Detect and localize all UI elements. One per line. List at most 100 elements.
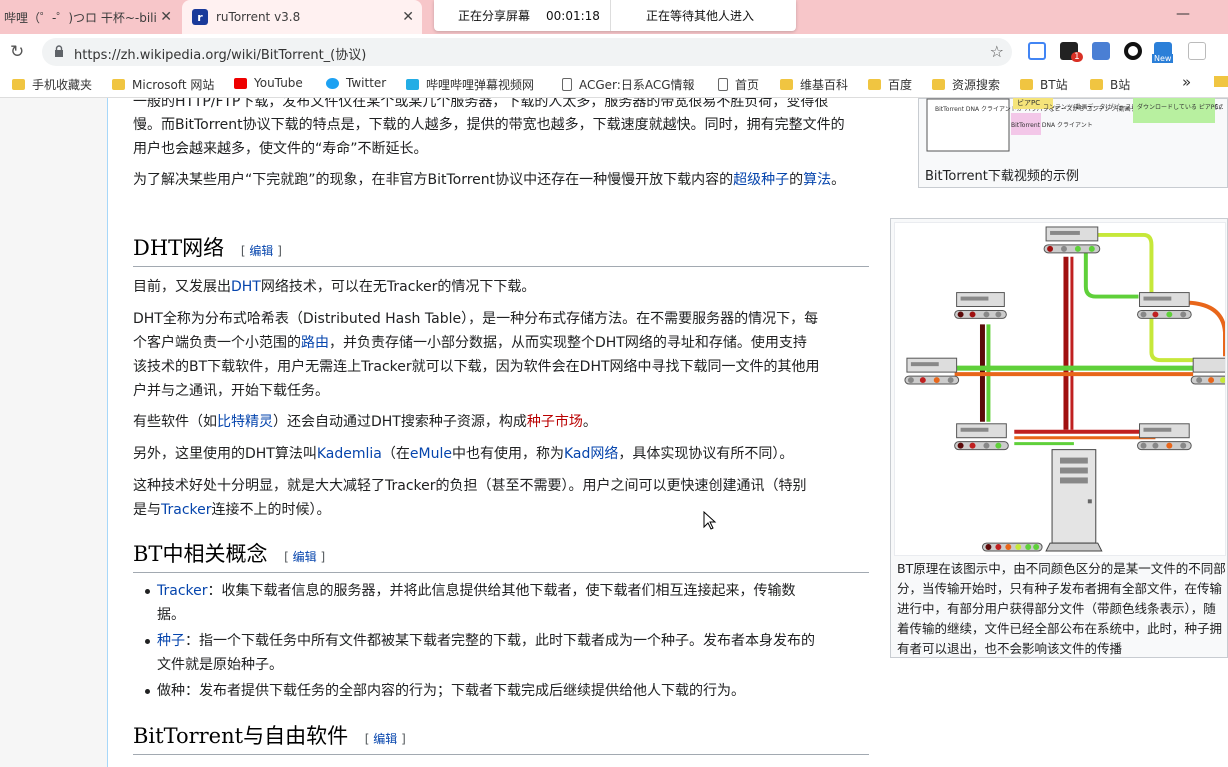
tab-rutorrent[interactable]: r ruTorrent v3.8 ✕ [182, 0, 422, 34]
edit-link[interactable]: 编辑 [293, 550, 317, 564]
link-algorithm[interactable]: 算法 [803, 172, 831, 188]
server-node [1190, 357, 1225, 385]
text: ，并负责存储一小部分数据，从而实现整个DHT网络的寻址和存储。使用支持 [329, 335, 807, 351]
caption-line: 有者可以退出，也不会影响该文件的传播 [897, 641, 1123, 656]
figure-text: ダウンロードしている ピアPCの集団 [1137, 103, 1223, 111]
rutorrent-icon: r [192, 9, 208, 25]
list-item: Tracker：收集下载者信息的服务器，并将此信息提供给其他下载者，使下载者们相… [133, 579, 883, 627]
text: 。 [831, 172, 846, 188]
paragraph: 个客户端负责一个小范围的路由，并负责存储一小部分数据，从而实现整个DHT网络的寻… [133, 331, 807, 355]
translate-extension-icon[interactable] [1028, 42, 1046, 60]
bookmark-item[interactable]: 哔哩哔哩弹幕视频网 [406, 76, 534, 93]
text: 为了解决某些用户“下完就跑”的现象，在非官方BitTorrent协议中还存在一种… [133, 172, 734, 188]
heading-text: BT中相关概念 [133, 542, 268, 566]
extension-circle-icon[interactable] [1124, 42, 1142, 60]
link-kad-network[interactable]: Kad网络 [564, 446, 618, 462]
bookmark-item[interactable]: 百度 [868, 76, 912, 93]
extension-badge: 1 [1071, 52, 1083, 62]
edit-link[interactable]: 编辑 [373, 732, 397, 746]
bookmarks-bar: 手机收藏夹 Microsoft 网站 YouTube Twitter 哔哩哔哩弹… [0, 70, 1228, 98]
figure-image[interactable]: BitTorrent DNA クライアントが バラバラなピースから コンテンツ(… [923, 98, 1223, 155]
tab-bilibili[interactable]: 哔哩（゜-゜)つロ 干杯~-bili ✕ [0, 0, 180, 34]
redlink-seed-market[interactable]: 种子市场 [527, 414, 583, 430]
page-icon [718, 78, 728, 91]
bilibili-icon [406, 79, 419, 90]
minimize-icon[interactable]: — [1176, 6, 1190, 22]
server-node [1137, 423, 1192, 451]
bookmark-star-icon[interactable]: ☆ [990, 42, 1004, 61]
link-tracker[interactable]: Tracker [161, 502, 212, 518]
text: 文件就是原始种子。 [157, 657, 283, 673]
folder-icon [12, 79, 25, 90]
link-super-seed[interactable]: 超级种子 [733, 172, 789, 188]
tab-title: ruTorrent v3.8 [216, 10, 301, 24]
paragraph: 该技术的BT下载软件，用户无需连上Tracker就可以下载，因为软件会在DHT网… [133, 359, 820, 375]
folder-icon [1020, 79, 1033, 90]
list-item: 种子：指一个下载任务中所有文件都被某下载者完整的下载，此时下载者成为一个种子。发… [133, 629, 883, 677]
text: 的 [789, 172, 804, 188]
paragraph: 另外，这里使用的DHT算法叫Kademlia（在eMule中也有使用，称为Kad… [133, 442, 793, 466]
text: ）还会自动通过DHT搜索种子资源，构成 [273, 414, 527, 430]
divider [610, 0, 611, 31]
caption-line: 分，当传输开始时，只有种子发布者拥有全部文件，在传输 [897, 581, 1223, 596]
paragraph: 有些软件（如比特精灵）还会自动通过DHT搜索种子资源，构成种子市场。 [133, 410, 597, 434]
bookmark-label: YouTube [254, 76, 303, 90]
edit-section: [ 编辑 ] [240, 244, 282, 258]
figure-image-bt-diagram[interactable] [894, 222, 1226, 556]
list-item: 做种：发布者提供下载任务的全部内容的行为；下载者下载完成后继续提供给他人下载的行… [133, 679, 883, 703]
bookmark-label: Microsoft 网站 [132, 78, 215, 92]
folder-icon [112, 79, 125, 90]
bookmarks-overflow-button[interactable]: » [1182, 73, 1191, 91]
seed-status-bar [981, 542, 1043, 552]
google-translate-icon[interactable] [1092, 42, 1110, 60]
tab-title: 哔哩（゜-゜)つロ 干杯~-bili [4, 10, 157, 25]
link-emule[interactable]: eMule [410, 446, 452, 462]
link-kademlia[interactable]: Kademlia [317, 446, 382, 462]
edit-link[interactable]: 编辑 [249, 244, 273, 258]
bookmark-label: 资源搜索 [952, 78, 1001, 92]
section-heading-bt-concepts: BT中相关概念 [ 编辑 ] [133, 542, 869, 573]
seed-tower-pc [1045, 449, 1103, 552]
link-tracker-term[interactable]: Tracker [157, 583, 208, 599]
close-icon[interactable]: ✕ [402, 9, 414, 25]
bookmark-item[interactable]: BT站 [1020, 76, 1068, 93]
calendar-extension-icon[interactable] [1188, 42, 1206, 60]
link-dht[interactable]: DHT [231, 279, 261, 295]
bookmark-item[interactable]: 资源搜索 [932, 76, 1000, 93]
heading-text: DHT网络 [133, 236, 225, 260]
folder-icon [1090, 79, 1103, 90]
text: ：指一个下载任务中所有文件都被某下载者完整的下载，此时下载者成为一个种子。发布者… [185, 633, 815, 649]
caption-line: 着传输的继续，文件已经全部公布在系统中，此时，种子拥 [897, 621, 1223, 636]
link-bitspirit[interactable]: 比特精灵 [217, 414, 273, 430]
link-seed-term[interactable]: 种子 [157, 633, 185, 649]
text: 。 [582, 414, 597, 430]
text: 据。 [157, 607, 185, 623]
page-icon [562, 78, 572, 91]
bookmark-item[interactable]: ACGer:日系ACG情報 [562, 76, 695, 93]
youtube-icon [234, 77, 247, 89]
text: 有些软件（如 [133, 414, 217, 430]
bookmark-item[interactable]: 维基百科 [780, 76, 848, 93]
link-routing[interactable]: 路由 [301, 335, 329, 351]
screen-share-banner: 正在分享屏幕 00:01:18 正在等待其他人进入 [434, 0, 796, 31]
paragraph-superseed: 为了解决某些用户“下完就跑”的现象，在非官方BitTorrent协议中还存在一种… [133, 168, 883, 192]
text: 网络技术，可以在无Tracker的情况下下载。 [260, 279, 536, 295]
edit-section: [ 编辑 ] [364, 732, 406, 746]
text: 另外，这里使用的DHT算法叫 [133, 446, 317, 462]
close-icon[interactable]: ✕ [160, 9, 172, 25]
bookmark-item[interactable]: 首页 [718, 76, 759, 93]
bookmark-label: Twitter [346, 76, 387, 90]
reload-icon[interactable]: ↻ [10, 42, 24, 62]
server-node [954, 423, 1009, 451]
bookmark-item[interactable]: Microsoft 网站 [112, 76, 214, 93]
figure-bt-principle: BT原理在该图示中，由不同颜色区分的是某一文件的不同部 分，当传输开始时，只有种… [890, 218, 1228, 658]
browser-tab-strip: 哔哩（゜-゜)つロ 干杯~-bili ✕ r ruTorrent v3.8 ✕ … [0, 0, 1228, 34]
address-bar[interactable]: https://zh.wikipedia.org/wiki/BitTorrent… [42, 38, 1012, 66]
bookmark-item[interactable]: Twitter [326, 76, 386, 90]
new-label: New [1152, 54, 1174, 63]
bookmark-item[interactable]: 手机收藏夹 [12, 76, 92, 93]
bookmark-label: B站 [1110, 78, 1131, 92]
bookmark-item[interactable]: YouTube [234, 76, 303, 90]
bookmark-item[interactable]: B站 [1090, 76, 1130, 93]
text: ，具体实现协议有所不同）。 [618, 446, 794, 462]
